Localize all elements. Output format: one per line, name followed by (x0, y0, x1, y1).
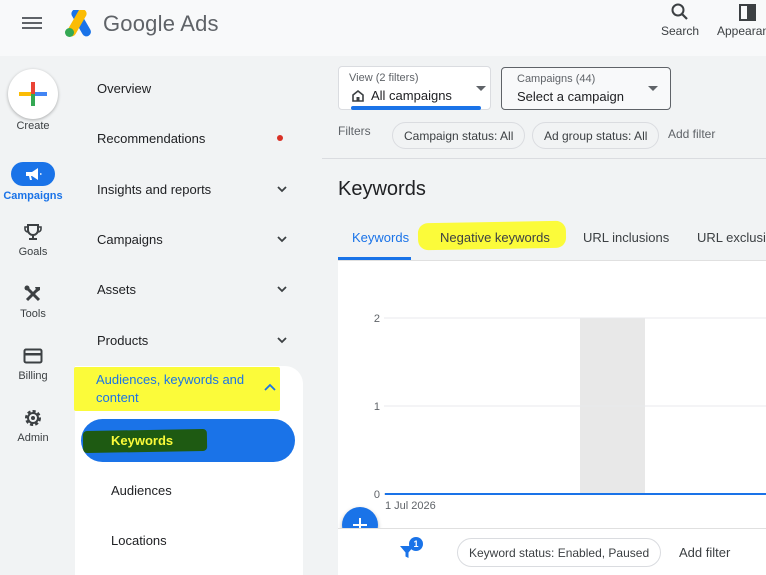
nav-item-assets[interactable]: Assets (97, 282, 287, 297)
appearance-icon (739, 4, 756, 21)
gear-icon (25, 410, 41, 426)
nav-label: Recommendations (97, 131, 206, 146)
nav-label: Insights and reports (97, 182, 212, 197)
campaign-value: Select a campaign (517, 89, 624, 104)
chart-x-tick-label: 1 Jul 2026 (385, 500, 436, 512)
rail-item-billing[interactable]: Billing (0, 346, 66, 382)
filter-chip-ad-group-status[interactable]: Ad group status: All (532, 122, 660, 149)
appearance-button[interactable]: Appearan (716, 0, 766, 48)
create-button[interactable] (8, 69, 58, 119)
notification-dot (277, 135, 283, 141)
chart-y-tick-label: 0 (374, 489, 380, 501)
rail-item-goals[interactable]: Goals (0, 222, 66, 258)
sub-item-locations[interactable]: Locations (111, 533, 167, 548)
chart-svg: 2 1 0 1 Jul 2026 (374, 313, 766, 512)
nav-label: Assets (97, 282, 137, 297)
navigation-panel: Overview Recommendations Insights and re… (66, 56, 311, 575)
main-content: View (2 filters) All campaigns Campaigns… (322, 56, 766, 575)
create-label: Create (16, 120, 50, 132)
nav-section-audiences-keywords-content[interactable]: Audiences, keywords and content (74, 367, 280, 411)
chart-y-tick-label: 2 (374, 313, 380, 325)
navigation-rail: Create Campaigns Goals Tools Billing Adm… (0, 56, 66, 575)
google-ads-logo (65, 10, 91, 37)
filter-chip-keyword-status[interactable]: Keyword status: Enabled, Paused (457, 538, 662, 567)
nav-item-insights[interactable]: Insights and reports (97, 182, 287, 197)
tab-negative-keywords[interactable]: Negative keywords (440, 230, 550, 245)
rail-item-admin[interactable]: Admin (0, 408, 66, 444)
plus-icon (19, 82, 47, 106)
nav-item-campaigns[interactable]: Campaigns (97, 232, 287, 247)
home-icon (352, 89, 364, 102)
view-selector[interactable]: View (2 filters) All campaigns (338, 66, 491, 110)
tab-url-exclusions[interactable]: URL exclusi (697, 230, 766, 245)
nav-label: Overview (97, 81, 152, 96)
sub-item-label: Keywords (111, 433, 174, 448)
rail-label-campaigns: Campaigns (3, 190, 63, 202)
campaign-selector[interactable]: Campaigns (44) Select a campaign (501, 67, 671, 110)
credit-card-icon (23, 348, 43, 364)
add-filter-button[interactable]: Add filter (679, 545, 730, 560)
sub-item-audiences[interactable]: Audiences (111, 483, 172, 498)
page-title: Keywords (338, 178, 426, 200)
rail-item-tools[interactable]: Tools (0, 284, 66, 320)
search-label: Search (661, 24, 700, 38)
add-filter-button[interactable]: Add filter (668, 127, 715, 141)
chevron-down-icon (277, 186, 287, 193)
filter-count-badge: 1 (409, 537, 423, 551)
nav-item-products[interactable]: Products (97, 333, 287, 348)
chevron-down-icon (277, 236, 287, 243)
nav-item-overview[interactable]: Overview (97, 81, 287, 96)
rail-label-tools: Tools (20, 308, 46, 320)
chevron-up-icon[interactable] (264, 383, 276, 391)
campaigns-megaphone-icon (26, 168, 42, 180)
search-icon (671, 3, 688, 20)
dropdown-arrow-icon (648, 86, 658, 91)
sub-item-keywords[interactable]: Keywords (81, 419, 295, 462)
rail-item-campaigns[interactable]: Campaigns (0, 162, 66, 202)
dropdown-arrow-icon (476, 86, 486, 91)
rail-label-admin: Admin (17, 432, 49, 444)
top-app-bar: Google Ads Search Appearan (0, 0, 766, 56)
trophy-icon (24, 224, 42, 240)
nav-item-recommendations[interactable]: Recommendations (97, 131, 287, 146)
chevron-down-icon (277, 286, 287, 293)
campaigns-active-pill (11, 162, 55, 186)
view-filter-count: View (2 filters) (349, 72, 419, 84)
view-value: All campaigns (371, 88, 452, 103)
filter-chip-campaign-status[interactable]: Campaign status: All (392, 122, 526, 149)
chart-y-tick-label: 1 (374, 401, 380, 413)
tools-icon (24, 285, 41, 302)
rail-label-billing: Billing (18, 370, 48, 382)
hamburger-menu-icon[interactable] (22, 14, 42, 32)
brand-name: Google Ads (103, 11, 219, 36)
table-filter-bar: 1 Keyword status: Enabled, Paused Add fi… (338, 528, 766, 575)
appearance-label: Appearan (717, 24, 766, 38)
nav-label: Campaigns (97, 232, 163, 247)
divider (322, 158, 766, 159)
rail-label-goals: Goals (18, 246, 48, 258)
filters-label: Filters (338, 124, 371, 138)
performance-chart: 2 1 0 1 Jul 2026 (338, 261, 766, 528)
search-button[interactable]: Search (658, 0, 702, 48)
campaign-count: Campaigns (44) (517, 73, 596, 85)
tab-keywords[interactable]: Keywords (352, 230, 409, 245)
tab-url-inclusions[interactable]: URL inclusions (583, 230, 669, 245)
view-underline (351, 106, 481, 110)
chevron-down-icon (277, 337, 287, 344)
nav-label: Products (97, 333, 149, 348)
